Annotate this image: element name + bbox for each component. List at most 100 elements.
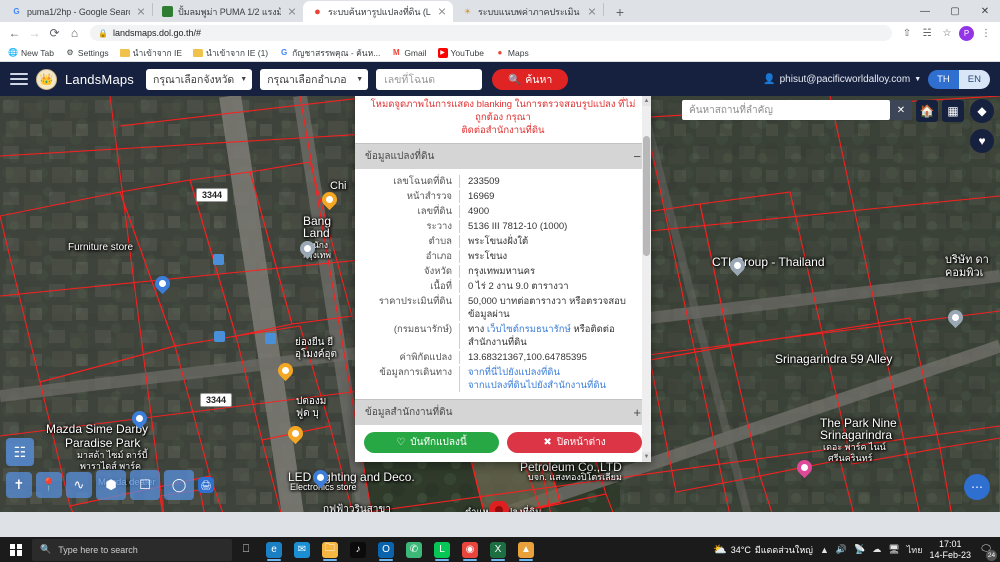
marker-tool[interactable]: 📍 (36, 472, 62, 498)
bookmark-folder-ie[interactable]: นำเข้าจาก IE (119, 46, 182, 60)
address-bar[interactable]: 🔒 landsmaps.dol.go.th/# (90, 25, 892, 41)
layers-button[interactable]: ◆ (970, 99, 994, 123)
map-canvas[interactable]: Furniture store Bang Land สำนักง กรุงเทพ Chi ย… (0, 96, 1000, 512)
language-toggle[interactable]: TH EN (928, 69, 990, 89)
extensions-icon[interactable]: ☵ (919, 25, 935, 41)
polygon-tool[interactable]: ⬢ (96, 470, 126, 500)
google-icon: G (281, 48, 288, 57)
bookmark-folder-ie-1[interactable]: นำเข้าจาก IE (1) (193, 46, 268, 60)
bookmark-youtube[interactable]: ▶ YouTube (437, 47, 484, 58)
deed-number-input[interactable]: เลขที่โฉนด (376, 68, 483, 90)
close-icon[interactable] (586, 6, 598, 18)
bus-stop-icon[interactable] (213, 254, 224, 265)
input-language-indicator[interactable]: ไทย (907, 543, 923, 557)
more-options-button[interactable]: ⋯ (964, 474, 990, 500)
menu-icon[interactable]: ⋮ (978, 25, 994, 41)
grid-button[interactable]: ▦ (942, 100, 964, 122)
profile-avatar[interactable]: P (959, 25, 974, 41)
place-search-input[interactable]: ค้นหาสถานที่ลำคัญ (682, 100, 890, 120)
taskbar-photos-icon[interactable]: ▲ (512, 537, 540, 562)
route-parcel-to-office-link[interactable]: จากแปลงที่ดินไปยังสำนักงานที่ดิน (468, 379, 643, 392)
browser-tab-1[interactable]: G puma1/2hp - Google Search (2, 1, 152, 22)
treasury-website-link[interactable]: เว็บไซต์กรมธนารักษ์ (487, 324, 571, 335)
start-button[interactable] (0, 537, 32, 562)
close-window-button[interactable]: ✕ (970, 0, 1000, 22)
new-tab-button[interactable]: + (608, 2, 632, 22)
taskbar-line-icon[interactable]: L (428, 537, 456, 562)
province-select[interactable]: กรุณาเลือกจังหวัด ▼ (146, 68, 253, 90)
browser-tab-4[interactable]: ☀ ระบบแนบพค่าภาคประเมิน - กรมธนารัก (453, 1, 603, 22)
close-panel-button[interactable]: ✖ ปิดหน้าต่าง (507, 432, 642, 453)
back-icon[interactable]: ← (6, 25, 23, 42)
bookmark-gmail[interactable]: M Gmail (391, 48, 427, 58)
volume-icon[interactable]: 🔊 (836, 544, 847, 555)
scroll-down-icon[interactable]: ▼ (642, 452, 651, 462)
taskbar-chrome-icon[interactable]: ◉ (456, 537, 484, 562)
favorites-button[interactable]: ♥ (970, 129, 994, 153)
route-to-parcel-link[interactable]: จากที่นี่ไปยังแปลงที่ดิน (468, 366, 643, 379)
parcel-field-value: 5136 III 7812-10 (1000) (459, 220, 643, 233)
task-view-icon[interactable]: ⎕ (232, 537, 260, 562)
close-icon[interactable] (135, 6, 147, 18)
rectangle-tool[interactable]: ☐ (130, 470, 160, 500)
minimize-button[interactable]: — (910, 0, 940, 22)
display-icon[interactable]: 🖥 (888, 544, 899, 555)
hamburger-icon[interactable] (10, 73, 28, 85)
maximize-button[interactable]: ▢ (940, 0, 970, 22)
taskbar-file-explorer-icon[interactable]: 🗀 (316, 537, 344, 562)
onedrive-icon[interactable]: ☁ (872, 544, 881, 555)
circle-tool[interactable]: ◯ (164, 470, 194, 500)
bookmark-maps[interactable]: ● Maps (495, 48, 529, 58)
taskbar-outlook-icon[interactable]: O (372, 537, 400, 562)
home-extent-button[interactable]: 🏠 (916, 100, 938, 122)
selected-parcel-marker[interactable] (488, 500, 510, 512)
account-menu[interactable]: 👤 phisut@pacificworldalloy.com ▼ (763, 74, 921, 85)
bookmark-star-icon[interactable]: ☆ (939, 25, 955, 41)
close-icon[interactable] (436, 6, 448, 18)
panel-scroll-thumb[interactable] (643, 136, 650, 256)
measure-tool[interactable]: ✝ (6, 472, 32, 498)
expand-icon[interactable]: + (633, 406, 641, 419)
reload-icon[interactable]: ⟳ (46, 25, 63, 42)
weather-widget[interactable]: ⛅ 34°C มีแดดส่วนใหญ่ (713, 543, 813, 557)
parcel-section-header[interactable]: ข้อมูลแปลงที่ดิน − (355, 143, 651, 169)
basemap-toggle-button[interactable]: ☷ (6, 438, 34, 466)
forward-icon[interactable]: → (26, 25, 43, 42)
taskbar-search-input[interactable]: 🔍 Type here to search (32, 538, 232, 561)
clear-search-icon[interactable]: ✕ (890, 100, 912, 120)
taskbar-tiktok-icon[interactable]: ♪ (344, 537, 372, 562)
taskbar-edge-icon[interactable]: e (260, 537, 288, 562)
taskbar-wechat-icon[interactable]: ✆ (400, 537, 428, 562)
chevron-up-icon[interactable]: ▲ (820, 545, 829, 555)
line-tool[interactable]: ∿ (66, 472, 92, 498)
bookmark-search[interactable]: G กัญชาสรรพคุณ - ค้นห... (279, 46, 380, 60)
share-icon[interactable]: ⇧ (899, 25, 915, 41)
browser-tab-2[interactable]: ปั้มลมพูม่า PUMA 1/2 แรงม้า รุ่น PP- (153, 1, 303, 22)
search-button[interactable]: 🔍 ค้นหา (492, 68, 569, 90)
browser-tab-3-active[interactable]: ● ระบบค้นหารูปแปลงที่ดิน (LandsMaps (303, 1, 453, 22)
notification-center-button[interactable]: 🗨 24 (978, 542, 997, 561)
coordinate-value[interactable]: 13.68321367,100.64785395 (459, 351, 643, 364)
panel-scrollbar[interactable]: ▲ ▼ (642, 96, 651, 462)
save-parcel-button[interactable]: ♡ บันทึกแปลงนี้ (364, 432, 499, 453)
close-icon[interactable] (286, 6, 298, 18)
bookmark-new-tab[interactable]: 🌐 New Tab (8, 48, 54, 58)
network-icon[interactable]: 📡 (854, 544, 865, 555)
bus-stop-icon[interactable] (265, 333, 276, 344)
clock[interactable]: 17:01 14-Feb-23 (929, 539, 971, 561)
close-panel-label: ปิดหน้าต่าง (556, 437, 606, 448)
windows-icon (10, 543, 22, 556)
home-icon[interactable]: ⌂ (66, 25, 83, 42)
magnifier-icon: 🔍 (40, 544, 52, 554)
bus-stop-icon[interactable] (214, 331, 225, 342)
collapse-icon[interactable]: − (633, 150, 641, 163)
scroll-up-icon[interactable]: ▲ (642, 96, 651, 106)
bookmark-settings[interactable]: ⚙ Settings (65, 48, 108, 58)
district-select[interactable]: กรุณาเลือกอำเภอ ▼ (260, 68, 369, 90)
lang-en-option[interactable]: EN (958, 69, 990, 89)
taskbar-mail-icon[interactable]: ✉ (288, 537, 316, 562)
office-section-header[interactable]: ข้อมูลสำนักงานที่ดิน + (355, 399, 651, 425)
lang-th-option[interactable]: TH (928, 69, 959, 89)
taskbar-excel-icon[interactable]: X (484, 537, 512, 562)
print-tool[interactable]: 🖨 (198, 477, 214, 493)
